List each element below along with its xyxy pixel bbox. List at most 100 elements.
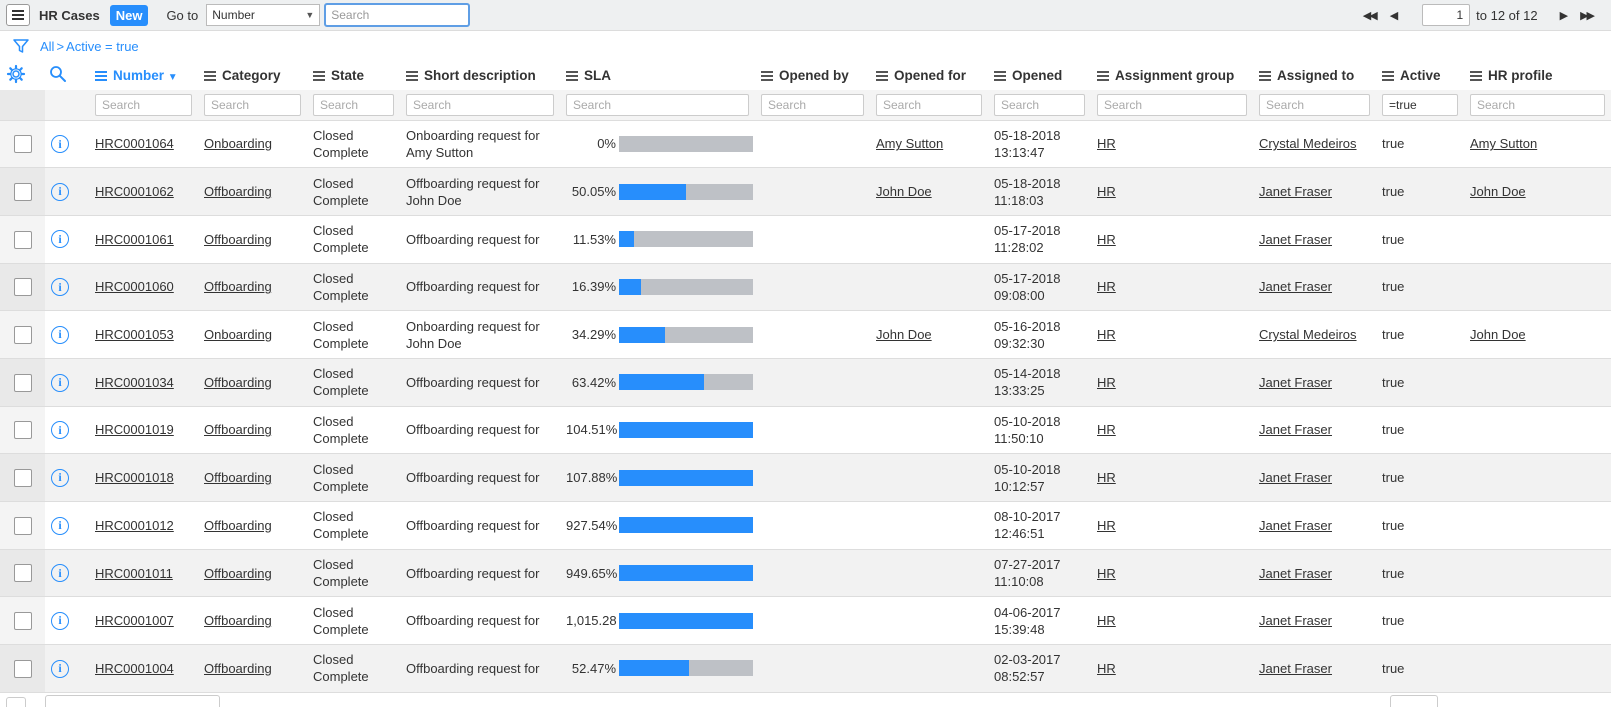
column-header-opened-by[interactable]: Opened by	[755, 61, 870, 90]
table-row[interactable]: i HRC0001012 Offboarding Closed Complete …	[0, 501, 1611, 550]
category-link[interactable]: Offboarding	[204, 613, 272, 628]
info-circle-icon[interactable]: i	[51, 564, 69, 583]
hr-profile-link[interactable]: John Doe	[1470, 184, 1526, 199]
column-header-opened-for[interactable]: Opened for	[870, 61, 988, 90]
assigned-to-link[interactable]: Janet Fraser	[1259, 184, 1332, 199]
column-header-assigned-to[interactable]: Assigned to	[1253, 61, 1376, 90]
row-checkbox[interactable]	[13, 564, 32, 583]
table-row[interactable]: i HRC0001011 Offboarding Closed Complete …	[0, 549, 1611, 598]
search-state-input[interactable]: Search	[313, 93, 394, 116]
case-number-link[interactable]: HRC0001004	[95, 661, 174, 676]
row-checkbox[interactable]	[13, 278, 32, 297]
info-circle-icon[interactable]: i	[51, 325, 69, 344]
row-checkbox[interactable]	[13, 182, 32, 201]
case-number-link[interactable]: HRC0001007	[95, 613, 174, 628]
breadcrumb-all[interactable]: All	[40, 39, 54, 54]
case-number-link[interactable]: HRC0001034	[95, 375, 174, 390]
table-row[interactable]: i HRC0001061 Offboarding Closed Complete …	[0, 215, 1611, 264]
search-opened-by-input[interactable]: Search	[761, 93, 864, 116]
table-row[interactable]: i HRC0001060 Offboarding Closed Complete …	[0, 263, 1611, 312]
category-link[interactable]: Offboarding	[204, 184, 272, 199]
column-header-short-description[interactable]: Short description	[400, 61, 560, 90]
info-circle-icon[interactable]: i	[51, 230, 69, 249]
column-header-sla[interactable]: SLA	[560, 61, 755, 90]
opened-for-link[interactable]: Amy Sutton	[876, 136, 943, 151]
last-page-button[interactable]: ▶▶	[1576, 9, 1597, 22]
search-number-input[interactable]: Search	[95, 93, 192, 116]
info-circle-icon[interactable]: i	[51, 421, 69, 440]
row-checkbox[interactable]	[13, 325, 32, 344]
assigned-to-link[interactable]: Janet Fraser	[1259, 613, 1332, 628]
assignment-group-link[interactable]: HR	[1097, 613, 1116, 628]
search-opened-input[interactable]: Search	[994, 93, 1085, 116]
info-circle-icon[interactable]: i	[51, 611, 69, 630]
assigned-to-link[interactable]: Janet Fraser	[1259, 279, 1332, 294]
footer-page-input[interactable]	[1390, 694, 1438, 707]
assignment-group-link[interactable]: HR	[1097, 566, 1116, 581]
opened-for-link[interactable]: John Doe	[876, 327, 932, 342]
case-number-link[interactable]: HRC0001019	[95, 422, 174, 437]
info-circle-icon[interactable]: i	[51, 659, 69, 678]
hr-profile-link[interactable]: Amy Sutton	[1470, 136, 1537, 151]
table-row[interactable]: i HRC0001019 Offboarding Closed Complete …	[0, 406, 1611, 455]
row-checkbox[interactable]	[13, 516, 32, 535]
column-header-opened[interactable]: Opened	[988, 61, 1091, 90]
assignment-group-link[interactable]: HR	[1097, 184, 1116, 199]
first-page-button[interactable]: ◀◀	[1359, 9, 1380, 22]
info-circle-icon[interactable]: i	[51, 516, 69, 535]
search-active-input[interactable]: =true	[1382, 93, 1458, 116]
table-row[interactable]: i HRC0001053 Onboarding Closed Complete O…	[0, 310, 1611, 359]
next-page-button[interactable]: ▶	[1556, 9, 1570, 22]
info-circle-icon[interactable]: i	[51, 182, 69, 201]
table-row[interactable]: i HRC0001034 Offboarding Closed Complete …	[0, 358, 1611, 407]
search-opened-for-input[interactable]: Search	[876, 93, 982, 116]
menu-button[interactable]	[6, 4, 30, 26]
case-number-link[interactable]: HRC0001018	[95, 470, 174, 485]
goto-search-input[interactable]: Search	[324, 3, 471, 27]
assigned-to-link[interactable]: Crystal Medeiros	[1259, 327, 1357, 342]
assignment-group-link[interactable]: HR	[1097, 232, 1116, 247]
row-checkbox[interactable]	[13, 373, 32, 392]
column-header-assignment-group[interactable]: Assignment group	[1091, 61, 1253, 90]
case-number-link[interactable]: HRC0001011	[95, 566, 173, 581]
footer-action-select[interactable]	[45, 694, 220, 707]
previous-page-button[interactable]: ◀	[1386, 9, 1400, 22]
info-circle-icon[interactable]: i	[51, 468, 69, 487]
magnifier-icon[interactable]	[45, 61, 89, 90]
category-link[interactable]: Offboarding	[204, 518, 272, 533]
category-link[interactable]: Onboarding	[204, 136, 272, 151]
breadcrumb-filter[interactable]: Active = true	[66, 39, 139, 54]
row-checkbox[interactable]	[13, 230, 32, 249]
assignment-group-link[interactable]: HR	[1097, 470, 1116, 485]
assigned-to-link[interactable]: Janet Fraser	[1259, 518, 1332, 533]
assigned-to-link[interactable]: Janet Fraser	[1259, 422, 1332, 437]
info-circle-icon[interactable]: i	[51, 278, 69, 297]
assignment-group-link[interactable]: HR	[1097, 661, 1116, 676]
goto-field-select[interactable]: Number ▼	[206, 4, 321, 26]
table-row[interactable]: i HRC0001064 Onboarding Closed Complete O…	[0, 120, 1611, 169]
table-row[interactable]: i HRC0001007 Offboarding Closed Complete …	[0, 596, 1611, 646]
assignment-group-link[interactable]: HR	[1097, 422, 1116, 437]
info-circle-icon[interactable]: i	[51, 373, 69, 392]
category-link[interactable]: Offboarding	[204, 661, 272, 676]
assignment-group-link[interactable]: HR	[1097, 518, 1116, 533]
category-link[interactable]: Offboarding	[204, 279, 272, 294]
assigned-to-link[interactable]: Janet Fraser	[1259, 375, 1332, 390]
info-circle-icon[interactable]: i	[51, 135, 69, 154]
assignment-group-link[interactable]: HR	[1097, 136, 1116, 151]
row-checkbox[interactable]	[13, 612, 32, 630]
row-checkbox[interactable]	[13, 468, 32, 487]
category-link[interactable]: Offboarding	[204, 566, 272, 581]
column-header-active[interactable]: Active	[1376, 61, 1464, 90]
hr-profile-link[interactable]: John Doe	[1470, 327, 1526, 342]
assigned-to-link[interactable]: Janet Fraser	[1259, 566, 1332, 581]
category-link[interactable]: Offboarding	[204, 470, 272, 485]
search-sla-input[interactable]: Search	[566, 93, 749, 116]
row-checkbox[interactable]	[13, 659, 32, 678]
funnel-icon[interactable]	[12, 37, 30, 55]
page-number-input[interactable]: 1	[1422, 4, 1471, 26]
category-link[interactable]: Offboarding	[204, 375, 272, 390]
case-number-link[interactable]: HRC0001062	[95, 184, 174, 199]
column-header-number[interactable]: Number ▼	[89, 61, 198, 90]
opened-for-link[interactable]: John Doe	[876, 184, 932, 199]
